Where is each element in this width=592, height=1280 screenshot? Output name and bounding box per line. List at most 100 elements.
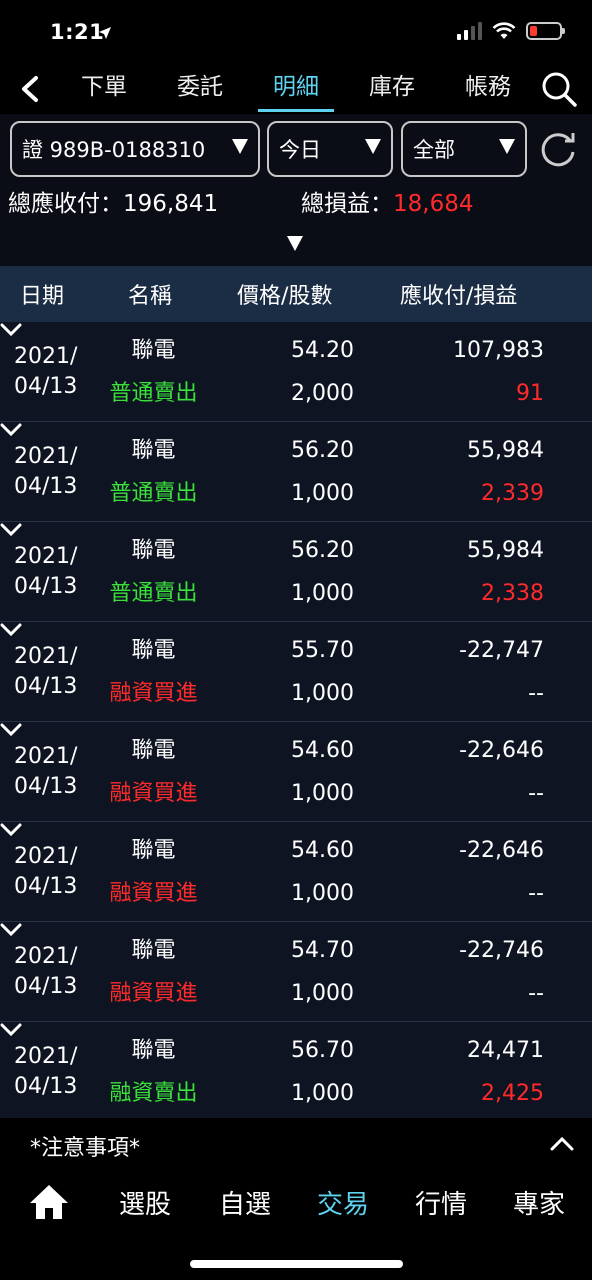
chevron-down-icon[interactable]: [0, 1022, 22, 1038]
table-row[interactable]: 2021/ 04/13 聯電 融資買進 54.60 1,000 -22,646 …: [0, 722, 592, 822]
table-row[interactable]: 2021/ 04/13 聯電 融資買進 55.70 1,000 -22,747 …: [0, 622, 592, 722]
nav-quotes[interactable]: 行情: [415, 1184, 467, 1221]
row-price: 54.70: [291, 938, 354, 963]
row-trade-type: 普通賣出: [109, 381, 198, 406]
row-price: 55.70: [291, 638, 354, 663]
chevron-down-icon[interactable]: [0, 822, 22, 838]
row-stock-name: 聯電: [131, 1038, 176, 1063]
date-dropdown[interactable]: 今日: [267, 121, 393, 177]
cellular-signal-icon: [457, 22, 482, 40]
row-trade-type: 融資買進: [109, 681, 198, 706]
refresh-icon[interactable]: [538, 128, 578, 168]
account-dropdown[interactable]: 證 989B-0188310: [10, 121, 260, 177]
nav-tabs: 下單 委託 明細 庫存 帳務: [56, 64, 536, 114]
row-stock-name: 聯電: [131, 438, 176, 463]
chevron-down-icon[interactable]: [0, 722, 22, 738]
table-row[interactable]: 2021/ 04/13 聯電 融資賣出 56.70 1,000 24,471 2…: [0, 1022, 592, 1122]
caret-down-icon: [232, 139, 248, 154]
tab-account[interactable]: 帳務: [440, 64, 536, 114]
table-row[interactable]: 2021/ 04/13 聯電 普通賣出 56.20 1,000 55,984 2…: [0, 422, 592, 522]
row-stock-name: 聯電: [131, 538, 176, 563]
location-arrow-icon: [99, 27, 111, 39]
tab-details[interactable]: 明細: [248, 64, 344, 114]
row-trade-type: 融資買進: [109, 881, 198, 906]
row-trade-type: 融資買進: [109, 981, 198, 1006]
row-price: 54.60: [291, 738, 354, 763]
row-amount: -22,646: [459, 738, 544, 763]
status-time: 1:21: [50, 20, 105, 44]
row-quantity: 1,000: [291, 981, 354, 1006]
notice-bar[interactable]: *注意事項*: [0, 1118, 592, 1172]
table-row[interactable]: 2021/ 04/13 聯電 普通賣出 54.20 2,000 107,983 …: [0, 322, 592, 422]
row-date-year: 2021/: [14, 544, 78, 569]
summary-bar: 總應收付：196,841 總損益：18,684: [0, 184, 592, 218]
home-indicator[interactable]: [190, 1260, 403, 1268]
table-row[interactable]: 2021/ 04/13 聯電 融資買進 54.60 1,000 -22,646 …: [0, 822, 592, 922]
chevron-down-icon[interactable]: [0, 622, 22, 638]
row-stock-name: 聯電: [131, 338, 176, 363]
row-quantity: 1,000: [291, 581, 354, 606]
home-icon[interactable]: [28, 1182, 70, 1222]
row-profit-loss: --: [528, 981, 544, 1006]
row-price: 54.20: [291, 338, 354, 363]
row-date-day: 04/13: [14, 574, 78, 599]
nav-trade[interactable]: 交易: [317, 1184, 369, 1221]
total-pl-label: 總損益：: [301, 191, 393, 217]
table-row[interactable]: 2021/ 04/13 聯電 融資買進 54.70 1,000 -22,746 …: [0, 922, 592, 1022]
battery-icon: [526, 22, 565, 40]
row-date-year: 2021/: [14, 444, 78, 469]
row-quantity: 1,000: [291, 781, 354, 806]
back-arrow-icon[interactable]: [14, 72, 44, 106]
row-amount: 24,471: [467, 1038, 544, 1063]
filter-area: 證 989B-0188310 今日 全部 總應收付：196,841 總損益：18…: [0, 114, 592, 266]
row-date-year: 2021/: [14, 344, 78, 369]
bottom-navigation: 選股 自選 交易 行情 專家: [0, 1172, 592, 1240]
total-receivable: 總應收付：196,841: [8, 191, 219, 217]
row-amount: 55,984: [467, 438, 544, 463]
row-stock-name: 聯電: [131, 838, 176, 863]
row-profit-loss: --: [528, 881, 544, 906]
type-value: 全部: [413, 138, 455, 162]
row-amount: -22,747: [459, 638, 544, 663]
chevron-down-icon[interactable]: [0, 322, 22, 338]
row-quantity: 1,000: [291, 481, 354, 506]
row-date-year: 2021/: [14, 744, 78, 769]
transaction-list: 2021/ 04/13 聯電 普通賣出 54.20 2,000 107,983 …: [0, 322, 592, 1122]
row-profit-loss: 91: [516, 381, 544, 406]
chevron-down-icon[interactable]: [0, 922, 22, 938]
row-amount: 55,984: [467, 538, 544, 563]
row-stock-name: 聯電: [131, 638, 176, 663]
tab-inventory[interactable]: 庫存: [344, 64, 440, 114]
row-date-day: 04/13: [14, 474, 78, 499]
row-date-day: 04/13: [14, 1074, 78, 1099]
search-icon[interactable]: [540, 70, 578, 108]
caret-down-icon: [365, 139, 381, 154]
row-date-year: 2021/: [14, 844, 78, 869]
nav-stock-picker[interactable]: 選股: [119, 1184, 171, 1221]
chevron-down-icon[interactable]: [0, 522, 22, 538]
row-trade-type: 普通賣出: [109, 581, 198, 606]
row-price: 54.60: [291, 838, 354, 863]
chevron-down-icon[interactable]: [0, 422, 22, 438]
type-dropdown[interactable]: 全部: [401, 121, 527, 177]
row-trade-type: 普通賣出: [109, 481, 198, 506]
caret-down-icon: [499, 139, 515, 154]
row-stock-name: 聯電: [131, 738, 176, 763]
table-header: 日期 名稱 價格/股數 應收付/損益: [0, 266, 592, 322]
row-quantity: 1,000: [291, 881, 354, 906]
row-date-day: 04/13: [14, 874, 78, 899]
expand-summary-icon[interactable]: [287, 236, 303, 251]
status-bar: 1:21: [0, 0, 592, 64]
row-date-year: 2021/: [14, 644, 78, 669]
nav-experts[interactable]: 專家: [513, 1184, 565, 1221]
header-name: 名稱: [128, 284, 173, 309]
row-quantity: 1,000: [291, 1081, 354, 1106]
table-row[interactable]: 2021/ 04/13 聯電 普通賣出 56.20 1,000 55,984 2…: [0, 522, 592, 622]
row-price: 56.20: [291, 438, 354, 463]
nav-watchlist[interactable]: 自選: [219, 1184, 271, 1221]
wifi-icon: [492, 22, 516, 39]
tab-commission[interactable]: 委託: [152, 64, 248, 114]
tab-order[interactable]: 下單: [56, 64, 152, 114]
row-price: 56.70: [291, 1038, 354, 1063]
chevron-up-icon[interactable]: [550, 1136, 574, 1152]
